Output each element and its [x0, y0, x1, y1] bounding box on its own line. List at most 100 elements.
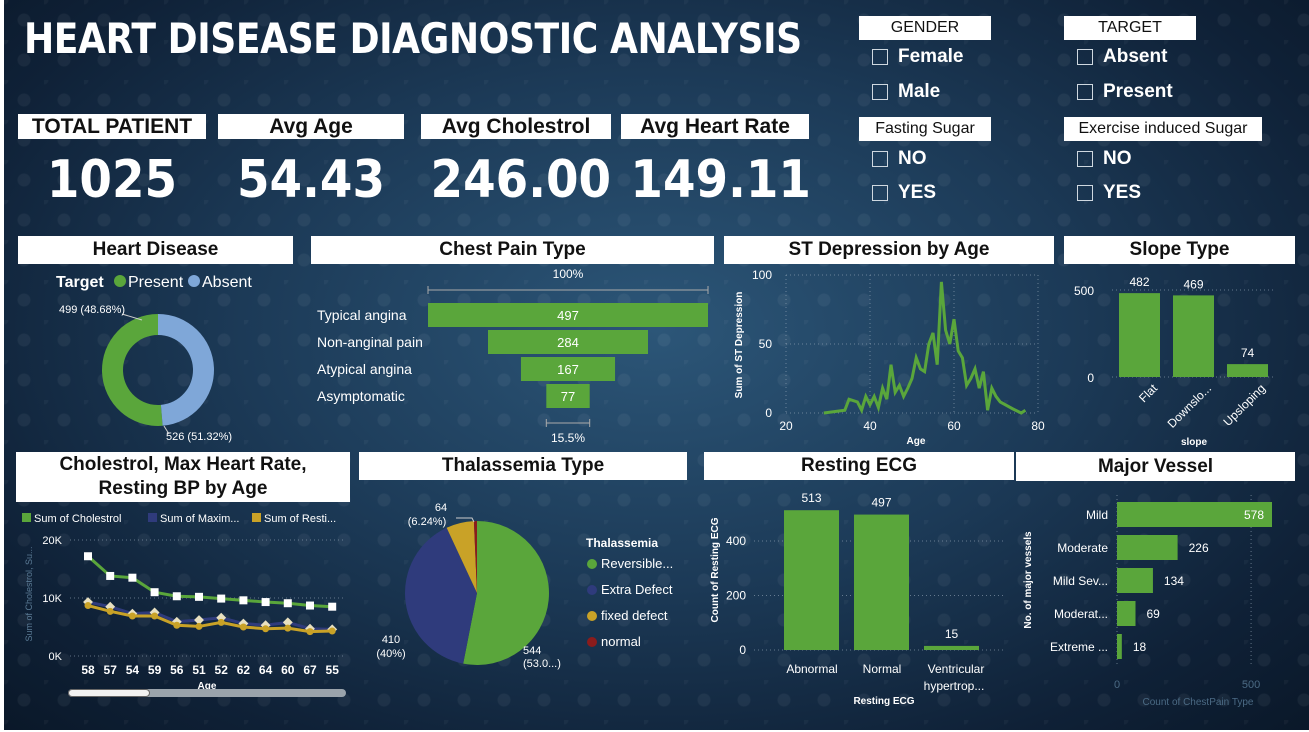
vessel-value: 69: [1147, 607, 1161, 621]
series-marker: [84, 552, 92, 561]
series-marker: [217, 618, 225, 626]
y-tick-label: 0: [765, 406, 772, 420]
slope-category: Downslo...: [1165, 381, 1215, 431]
chol-chart-scrollbar[interactable]: [68, 689, 346, 697]
legend-marker: [252, 513, 261, 522]
slope-bar: [1227, 364, 1268, 377]
y-tick-label: 0K: [49, 651, 63, 663]
ecg-category: Abnormal: [786, 662, 837, 676]
funnel-category: Typical angina: [317, 307, 407, 323]
series-marker: [151, 612, 159, 620]
ecg-bar: [784, 510, 839, 650]
x-tick-label: 51: [192, 663, 206, 677]
x-tick-label: 59: [148, 663, 162, 677]
vessel-bar: [1117, 601, 1136, 626]
x-tick-label: 80: [1031, 419, 1045, 433]
legend-label: Reversible...: [601, 556, 673, 571]
legend-marker: [587, 585, 597, 595]
x-tick-label: 54: [126, 663, 140, 677]
slope-category: Upsloping: [1220, 381, 1268, 429]
legend-marker: [587, 637, 597, 647]
data-label-absent: 499 (48.68%): [59, 304, 125, 316]
x-axis-label: Age: [907, 436, 926, 447]
donut-slice-absent: [158, 314, 214, 426]
x-tick-label: 55: [326, 663, 340, 677]
series-marker: [328, 602, 337, 611]
series-marker: [173, 621, 181, 629]
legend-marker: [22, 513, 31, 522]
ecg-value: 497: [871, 496, 891, 510]
legend-marker: [587, 559, 597, 569]
ecg-category: Ventricular: [928, 662, 985, 676]
series-marker: [239, 596, 248, 605]
series-marker: [84, 602, 92, 610]
funnel-value: 497: [557, 308, 579, 323]
x-tick-label: 52: [215, 663, 229, 677]
data-label-present: 526 (51.32%): [166, 431, 232, 443]
ecg-value: 513: [801, 491, 821, 505]
y-axis-label: Sum of ST Depression: [734, 292, 745, 399]
legend-label: fixed defect: [601, 608, 668, 623]
vessel-category: Extreme ...: [1050, 640, 1108, 654]
vessel-bar: [1117, 535, 1178, 560]
dashboard: HEART DISEASE DIAGNOSTIC ANALYSIS TOTAL …: [4, 0, 1309, 730]
legend-label: Extra Defect: [601, 582, 673, 597]
data-label-extra: (40%): [376, 648, 405, 660]
x-axis-label: Count of ChestPain Type: [1143, 697, 1254, 708]
charts-canvas: Target Present Absent 499 (48.68%) 526 (51.3…: [22, 267, 1274, 708]
x-tick-label: 500: [1242, 679, 1260, 691]
slope-value: 74: [1241, 346, 1255, 360]
x-tick-label: 0: [1114, 679, 1120, 691]
ecg-value: 15: [945, 627, 959, 641]
y-tick-label: 50: [759, 337, 773, 351]
ecg-bar: [854, 514, 909, 650]
series-marker: [284, 624, 292, 632]
x-axis-label: Resting ECG: [853, 696, 914, 707]
series-marker: [283, 599, 292, 608]
funnel-value: 284: [557, 335, 579, 350]
x-tick-label: 40: [863, 419, 877, 433]
funnel-value: 167: [557, 362, 579, 377]
scrollbar-thumb[interactable]: [68, 689, 150, 697]
legend-title: Thalassemia: [586, 536, 658, 550]
vessel-value: 578: [1244, 508, 1264, 522]
series-marker: [239, 623, 247, 631]
funnel-category: Non-anginal pain: [317, 334, 423, 350]
y-tick-label: 100: [752, 268, 772, 282]
y-axis-label: No. of major vessels: [1023, 531, 1034, 629]
x-tick-label: 20: [779, 419, 793, 433]
legend-title: Target: [56, 274, 104, 291]
st-depression-line: [823, 281, 1027, 415]
x-tick-label: 58: [81, 663, 95, 677]
series-marker: [262, 625, 270, 633]
y-tick-label: 0: [739, 643, 746, 657]
y-tick-label: 500: [1074, 284, 1094, 298]
vessel-category: Mild: [1086, 508, 1108, 522]
series-marker: [306, 601, 314, 610]
x-tick-label: 62: [237, 663, 251, 677]
series-marker: [106, 607, 114, 615]
legend-marker-present: [114, 275, 126, 287]
vessel-value: 18: [1133, 640, 1147, 654]
data-label-reversible: 544: [523, 645, 541, 657]
series-marker: [195, 622, 203, 630]
slope-value: 469: [1183, 277, 1203, 291]
funnel-top-label: 100%: [553, 267, 584, 281]
vessel-bar: [1117, 568, 1153, 593]
y-axis-label: Sum of Cholestrol, Su...: [24, 546, 34, 641]
series-marker: [106, 571, 115, 580]
ecg-category: hypertrop...: [924, 679, 985, 693]
vessel-category: Moderat...: [1054, 607, 1108, 621]
vessel-category: Mild Sev...: [1053, 574, 1108, 588]
funnel-bottom-label: 15.5%: [551, 431, 585, 445]
series-line: [87, 555, 333, 609]
legend-label: Sum of Cholestrol: [34, 513, 121, 525]
slope-value: 482: [1129, 275, 1149, 289]
vessel-bar: [1117, 634, 1122, 659]
vessel-value: 134: [1164, 574, 1184, 588]
x-tick-label: 56: [170, 663, 184, 677]
series-marker: [150, 588, 159, 597]
x-tick-label: 60: [281, 663, 295, 677]
series-marker: [328, 627, 336, 635]
legend-label-present: Present: [128, 274, 184, 291]
